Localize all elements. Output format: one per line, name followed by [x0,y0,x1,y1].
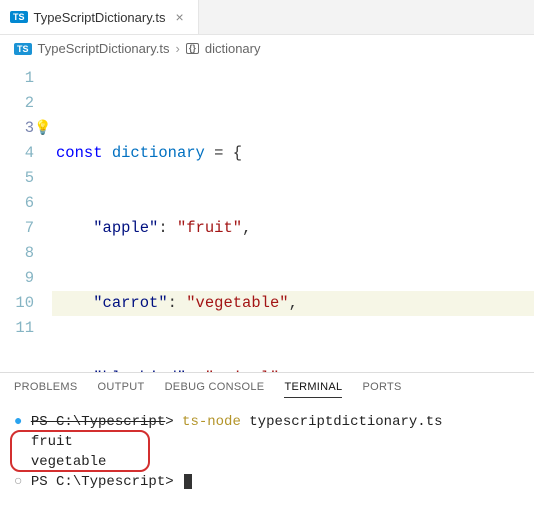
namespace-icon: {} [186,43,199,54]
tab-terminal[interactable]: TERMINAL [284,381,342,398]
panel-tabs: PROBLEMS OUTPUT DEBUG CONSOLE TERMINAL P… [0,372,534,404]
tab-ports[interactable]: PORTS [362,381,401,398]
terminal-panel[interactable]: ● PS C:\Typescript> ts-node typescriptdi… [0,404,534,506]
chevron-right-icon: › [175,41,179,56]
line-gutter: 1 2 3 4 5 6 7 8 9 10 11 [0,62,52,372]
terminal-prompt: ○ PS C:\Typescript> [14,472,520,492]
terminal-output: fruit [14,432,520,452]
cursor-icon [184,474,192,489]
tab-output[interactable]: OUTPUT [98,381,145,398]
breadcrumb-symbol: dictionary [205,41,261,56]
breadcrumb[interactable]: TS TypeScriptDictionary.ts › {} dictiona… [0,35,534,62]
tab-bar: TS TypeScriptDictionary.ts × [0,0,534,35]
tab-problems[interactable]: PROBLEMS [14,381,78,398]
lightbulb-icon[interactable]: 💡 [34,117,51,142]
code-editor[interactable]: 1 2 3 4 5 6 7 8 9 10 11 💡 const dictiona… [0,62,534,372]
ts-icon: TS [14,43,32,55]
code-content[interactable]: 💡 const dictionary = { "apple": "fruit",… [52,62,534,372]
terminal-line: ● PS C:\Typescript> ts-node typescriptdi… [14,412,520,432]
close-icon[interactable]: × [171,9,187,25]
terminal-output: vegetable [14,452,520,472]
tab-debug-console[interactable]: DEBUG CONSOLE [165,381,265,398]
file-tab[interactable]: TS TypeScriptDictionary.ts × [0,0,199,34]
breadcrumb-file: TypeScriptDictionary.ts [38,41,170,56]
tab-filename: TypeScriptDictionary.ts [34,10,166,25]
ts-icon: TS [10,11,28,23]
